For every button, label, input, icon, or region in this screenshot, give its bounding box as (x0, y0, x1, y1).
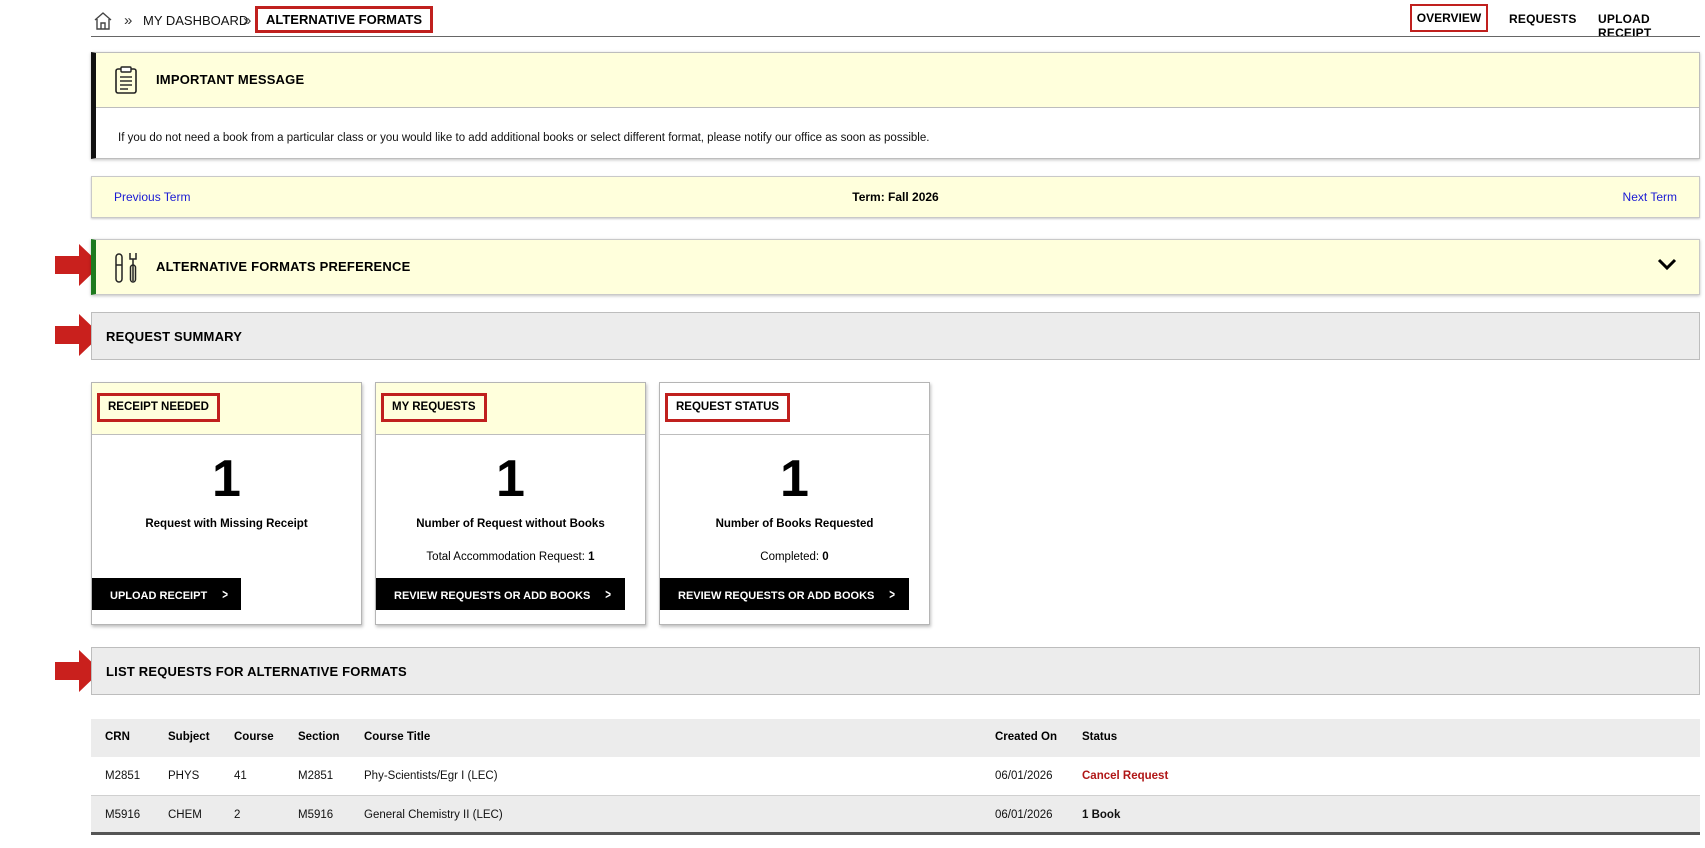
card-subtext: Total Accommodation Request: 1 (376, 551, 645, 563)
request-summary-header: REQUEST SUMMARY (91, 312, 1700, 360)
button-label: REVIEW REQUESTS OR ADD BOOKS (394, 590, 591, 602)
important-message-panel: IMPORTANT MESSAGE If you do not need a b… (91, 52, 1700, 159)
breadcrumb-separator: » (243, 12, 252, 29)
list-requests-header: LIST REQUESTS FOR ALTERNATIVE FORMATS (91, 647, 1700, 695)
table-row: M5916 CHEM 2 M5916 General Chemistry II … (91, 796, 1700, 835)
upload-receipt-button[interactable]: UPLOAD RECEIPT > (92, 578, 242, 610)
card-description: Request with Missing Receipt (145, 518, 308, 530)
cell-crn: M5916 (105, 809, 141, 821)
chevron-right-icon: > (889, 586, 896, 602)
cell-subject: PHYS (168, 770, 200, 782)
card-header: REQUEST STATUS (660, 383, 929, 435)
review-requests-button[interactable]: REVIEW REQUESTS OR ADD BOOKS > (376, 578, 625, 610)
review-requests-button[interactable]: REVIEW REQUESTS OR ADD BOOKS > (660, 578, 909, 610)
next-term-link[interactable]: Next Term (1623, 190, 1677, 204)
card-header: RECEIPT NEEDED (92, 383, 361, 435)
breadcrumb-dashboard-link[interactable]: MY DASHBOARD (143, 13, 248, 28)
breadcrumb-current: ALTERNATIVE FORMATS (255, 6, 433, 33)
table-header: CRN Subject Course Section Course Title … (91, 719, 1700, 760)
card-description: Number of Request without Books (416, 518, 605, 530)
my-requests-card: MY REQUESTS 1 Number of Request without … (375, 382, 646, 625)
card-title: MY REQUESTS (381, 393, 487, 422)
clipboard-icon (115, 66, 137, 94)
cell-course: 2 (234, 809, 241, 821)
card-subtext-label: Total Accommodation Request: (426, 551, 585, 563)
cell-status: 1 Book (1082, 809, 1121, 821)
term-navigation: Previous Term Term: Fall 2026 Next Term (91, 176, 1700, 218)
column-header: CRN (105, 731, 130, 743)
card-title: RECEIPT NEEDED (97, 393, 220, 422)
cell-created-on: 06/01/2026 (995, 770, 1053, 782)
cancel-request-link[interactable]: Cancel Request (1082, 770, 1168, 782)
request-status-card: REQUEST STATUS 1 Number of Books Request… (659, 382, 930, 625)
current-term: Term: Fall 2026 (852, 190, 939, 204)
cell-subject: CHEM (168, 809, 202, 821)
column-header: Status (1082, 731, 1118, 743)
table-row: M2851 PHYS 41 M2851 Phy-Scientists/Egr I… (91, 757, 1700, 796)
alternative-formats-preference-toggle[interactable]: ALTERNATIVE FORMATS PREFERENCE (91, 239, 1700, 295)
list-requests-title: LIST REQUESTS FOR ALTERNATIVE FORMATS (106, 664, 407, 679)
card-subtext-value: 1 (588, 551, 595, 563)
card-title: REQUEST STATUS (665, 393, 791, 422)
cell-course: 41 (234, 770, 247, 782)
request-summary-title: REQUEST SUMMARY (106, 329, 243, 344)
important-message-header: IMPORTANT MESSAGE (96, 53, 1699, 108)
tab-overview[interactable]: OVERVIEW (1410, 4, 1488, 32)
cell-section: M5916 (298, 809, 334, 821)
column-header: Course Title (364, 731, 431, 743)
receipt-needed-card: RECEIPT NEEDED 1 Request with Missing Re… (91, 382, 362, 625)
important-message-title: IMPORTANT MESSAGE (156, 72, 305, 87)
card-subtext-label: Completed: (760, 551, 820, 563)
column-header: Subject (168, 731, 210, 743)
cell-section: M2851 (298, 770, 334, 782)
card-subtext: Completed: 0 (660, 551, 929, 563)
home-icon[interactable] (93, 11, 113, 31)
tools-icon (115, 253, 137, 283)
column-header: Course (234, 731, 274, 743)
breadcrumb-separator: » (124, 12, 133, 29)
card-count: 1 (496, 450, 525, 508)
chevron-right-icon: > (605, 586, 612, 602)
card-count: 1 (212, 450, 241, 508)
button-label: REVIEW REQUESTS OR ADD BOOKS (678, 590, 875, 602)
card-header: MY REQUESTS (376, 383, 645, 435)
important-message-text: If you do not need a book from a particu… (118, 132, 930, 144)
button-label: UPLOAD RECEIPT (110, 590, 208, 602)
tab-requests[interactable]: REQUESTS (1509, 12, 1577, 26)
preference-title: ALTERNATIVE FORMATS PREFERENCE (156, 259, 411, 274)
cell-crn: M2851 (105, 770, 141, 782)
column-header: Created On (995, 731, 1057, 743)
card-description: Number of Books Requested (715, 518, 874, 530)
cell-created-on: 06/01/2026 (995, 809, 1053, 821)
cell-course-title: Phy-Scientists/Egr I (LEC) (364, 770, 498, 782)
card-subtext-value: 0 (822, 551, 829, 563)
card-count: 1 (780, 450, 809, 508)
nav-divider (91, 36, 1700, 37)
cell-course-title: General Chemistry II (LEC) (364, 809, 503, 821)
chevron-right-icon: > (222, 586, 229, 602)
chevron-down-icon[interactable] (1657, 257, 1677, 271)
column-header: Section (298, 731, 340, 743)
